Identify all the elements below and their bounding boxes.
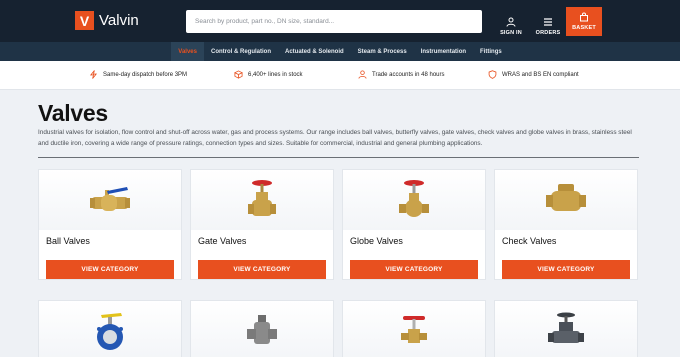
orders-button[interactable]: ORDERS — [533, 8, 563, 36]
diaphragm-valve-image — [495, 301, 637, 357]
list-icon — [544, 18, 552, 26]
category-card-ball-valves[interactable]: Ball Valves VIEW CATEGORY — [38, 169, 182, 280]
view-category-button[interactable]: VIEW CATEGORY — [502, 260, 630, 279]
boxes-icon — [234, 70, 243, 79]
usp-bar: Same-day dispatch before 3PM 6,400+ line… — [0, 61, 680, 90]
view-category-button[interactable]: VIEW CATEGORY — [198, 260, 326, 279]
sign-in-button[interactable]: SIGN IN — [496, 8, 526, 36]
logo[interactable]: V Valvin — [75, 11, 139, 30]
user-icon — [506, 17, 516, 27]
user-icon — [358, 70, 367, 79]
nav-item-control-regulation[interactable]: Control & Regulation — [204, 42, 278, 61]
basket-label: BASKET — [572, 25, 596, 31]
shield-icon — [488, 70, 497, 79]
category-title: Gate Valves — [198, 236, 247, 246]
nav-item-valves[interactable]: Valves — [171, 42, 204, 61]
usp-dispatch-text: Same-day dispatch before 3PM — [103, 71, 188, 78]
page-title: Valves — [38, 100, 108, 126]
nav-item-actuated-solenoid[interactable]: Actuated & Solenoid — [278, 42, 351, 61]
check-valve-image — [495, 170, 637, 230]
usp-stock-text: 6,400+ lines in stock — [248, 71, 303, 78]
main-nav: Valves Control & Regulation Actuated & S… — [0, 42, 680, 61]
category-card-diaphragm-valves[interactable] — [494, 300, 638, 357]
category-title: Check Valves — [502, 236, 557, 246]
nav-item-fittings[interactable]: Fittings — [473, 42, 509, 61]
logo-mark: V — [75, 11, 94, 30]
category-card-plug-valves[interactable] — [190, 300, 334, 357]
category-title: Ball Valves — [46, 236, 90, 246]
sign-in-label: SIGN IN — [500, 30, 522, 36]
view-category-button[interactable]: VIEW CATEGORY — [46, 260, 174, 279]
nav-item-instrumentation[interactable]: Instrumentation — [414, 42, 473, 61]
orders-label: ORDERS — [535, 30, 561, 36]
basket-button[interactable]: BASKET — [566, 7, 602, 36]
gate-valve-image — [191, 170, 333, 230]
usp-stock: 6,400+ lines in stock — [234, 70, 303, 79]
lightning-icon — [89, 70, 98, 79]
search-input[interactable] — [186, 10, 482, 33]
globe-valve-image — [343, 170, 485, 230]
nav-item-steam-process[interactable]: Steam & Process — [351, 42, 414, 61]
usp-compliance: WRAS and BS EN compliant — [488, 70, 579, 79]
category-card-gate-valves[interactable]: Gate Valves VIEW CATEGORY — [190, 169, 334, 280]
view-category-button[interactable]: VIEW CATEGORY — [350, 260, 478, 279]
usp-trade: Trade accounts in 48 hours — [358, 70, 445, 79]
category-description: Industrial valves for isolation, flow co… — [38, 129, 632, 147]
category-title: Globe Valves — [350, 236, 403, 246]
divider — [38, 157, 639, 158]
category-card-needle-valves[interactable] — [342, 300, 486, 357]
logo-text: Valvin — [99, 12, 139, 29]
usp-compliance-text: WRAS and BS EN compliant — [502, 71, 579, 78]
usp-trade-text: Trade accounts in 48 hours — [372, 71, 445, 78]
category-card-check-valves[interactable]: Check Valves VIEW CATEGORY — [494, 169, 638, 280]
category-card-globe-valves[interactable]: Globe Valves VIEW CATEGORY — [342, 169, 486, 280]
plug-valve-image — [191, 301, 333, 357]
butterfly-valve-image — [39, 301, 181, 357]
usp-dispatch: Same-day dispatch before 3PM — [89, 70, 187, 79]
ball-valve-image — [39, 170, 181, 230]
bag-icon — [580, 12, 588, 22]
top-header: V Valvin SIGN IN ORDERS BASKET — [0, 0, 680, 42]
category-card-butterfly-valves[interactable] — [38, 300, 182, 357]
needle-valve-image — [343, 301, 485, 357]
